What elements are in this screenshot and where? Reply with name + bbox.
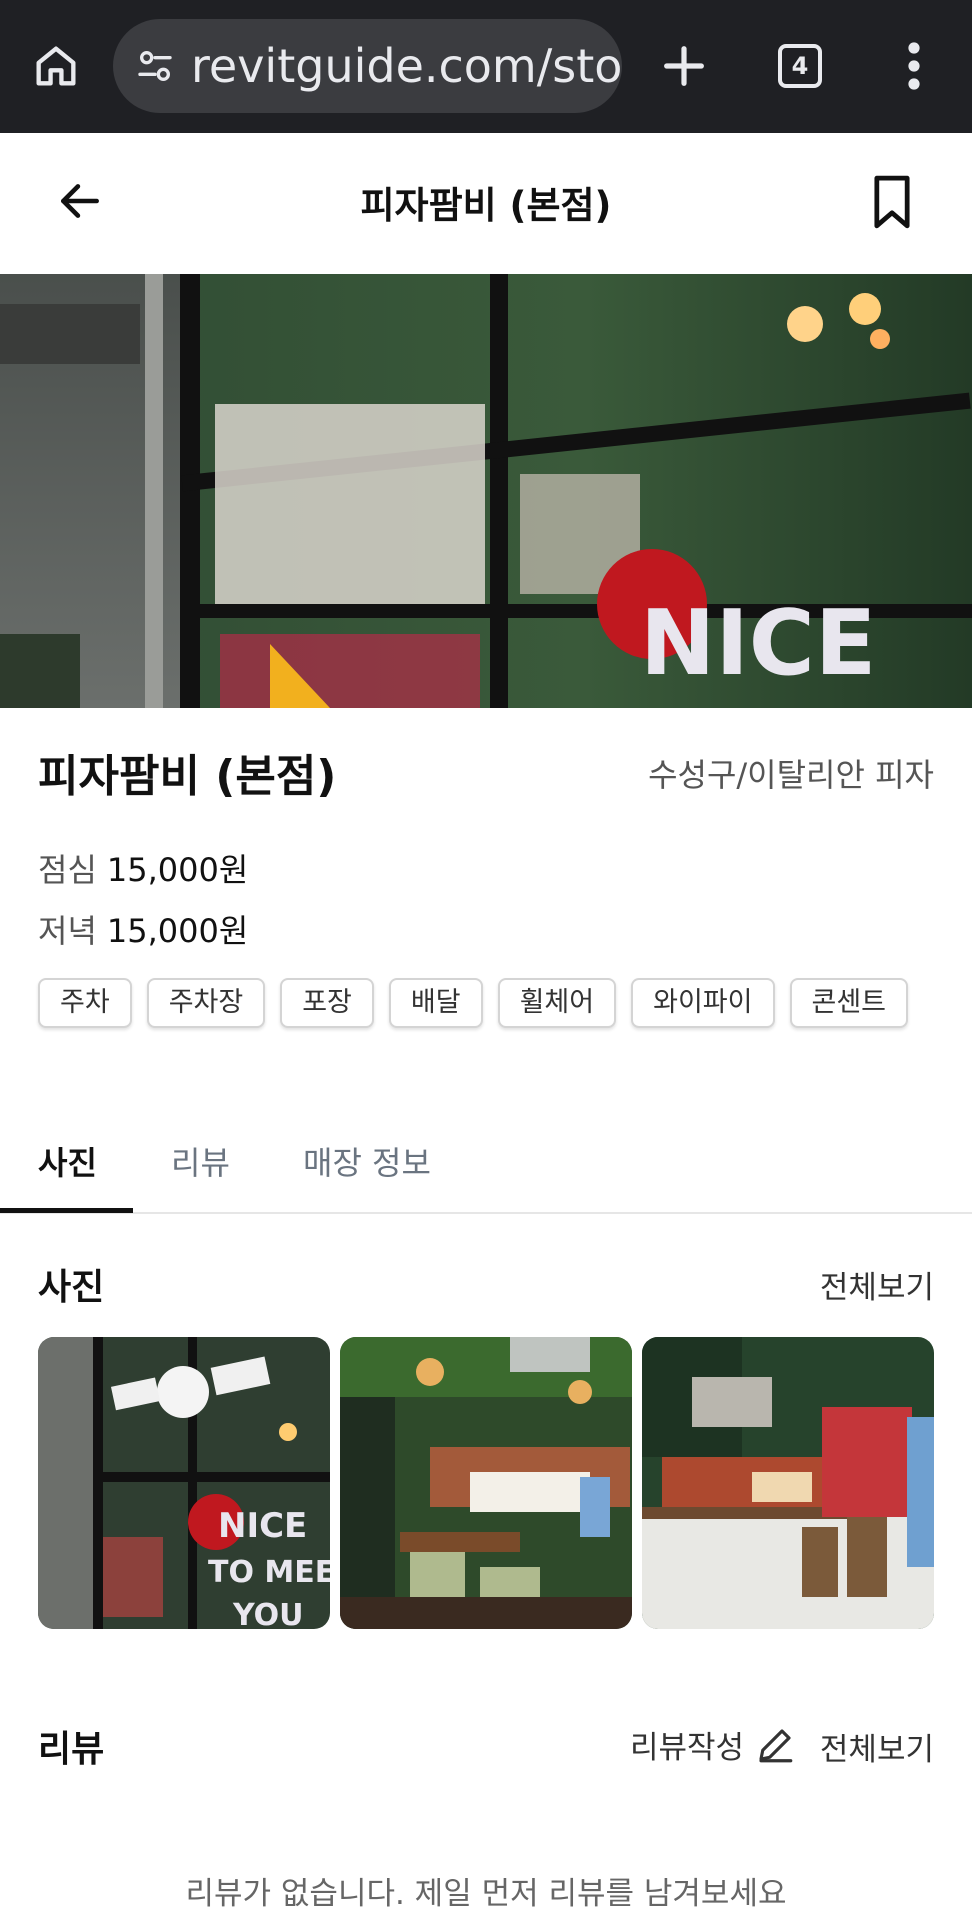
tag-parking: 주차: [38, 978, 132, 1028]
storefront-sign-photo: NICE TO MEET YOU: [38, 1337, 330, 1629]
tab-reviews[interactable]: 리뷰: [171, 1138, 230, 1184]
counter-photo: [642, 1337, 934, 1629]
photo-thumbnail[interactable]: [642, 1337, 934, 1629]
price-amount: 15,000원: [106, 912, 249, 950]
app-header: 피자팜비 (본점): [0, 133, 972, 274]
svg-text:NICE: NICE: [218, 1506, 307, 1546]
active-tab-indicator: [0, 1208, 133, 1213]
tab-photos[interactable]: 사진: [38, 1138, 97, 1184]
price-lunch: 점심 15,000원: [38, 845, 248, 891]
more-vert-icon[interactable]: [894, 38, 934, 94]
photos-see-all-link[interactable]: 전체보기: [820, 1262, 934, 1307]
page-title: 피자팜비 (본점): [360, 184, 612, 227]
pencil-icon: [759, 1728, 793, 1762]
svg-text:YOU: YOU: [232, 1598, 304, 1629]
store-hero-photo[interactable]: NICE: [0, 274, 972, 708]
write-review-label: 리뷰작성: [630, 1730, 745, 1766]
tab-store-info[interactable]: 매장 정보: [303, 1138, 431, 1184]
tab-switcher-icon[interactable]: 4: [778, 44, 822, 88]
svg-text:TO MEET: TO MEET: [208, 1555, 330, 1590]
svg-text:NICE: NICE: [640, 591, 876, 696]
empty-reviews-message: 리뷰가 없습니다. 제일 먼저 리뷰를 남겨보세요: [185, 1876, 787, 1912]
content-tabs: 사진 리뷰 매장 정보: [0, 1120, 972, 1214]
price-label: 저녁: [38, 912, 97, 950]
bookmark-icon[interactable]: [866, 173, 918, 231]
reviews-section-title: 리뷰: [38, 1729, 105, 1770]
home-icon[interactable]: [30, 40, 82, 92]
reviews-see-all-link[interactable]: 전체보기: [820, 1724, 934, 1769]
store-name: 피자팜비 (본점): [38, 751, 337, 802]
write-review-button[interactable]: 리뷰작성: [630, 1722, 796, 1767]
tag-wheelchair: 휠체어: [497, 978, 617, 1028]
price-dinner: 저녁 15,000원: [38, 906, 248, 952]
new-tab-icon[interactable]: [658, 40, 710, 92]
address-bar[interactable]: revitguide.com/stor: [113, 19, 622, 113]
amenity-tags: 주차 주차장 포장 배달 휠체어 와이파이 콘센트: [38, 978, 909, 1028]
photos-section-title: 사진: [38, 1267, 105, 1308]
interior-dining-photo: [340, 1337, 632, 1629]
tag-outlet: 콘센트: [789, 978, 909, 1028]
tag-delivery: 배달: [388, 978, 483, 1028]
price-amount: 15,000원: [106, 851, 249, 889]
photo-thumbnail[interactable]: NICE TO MEET YOU: [38, 1337, 330, 1629]
tag-takeout: 포장: [280, 978, 374, 1028]
site-settings-icon[interactable]: [135, 46, 175, 86]
storefront-photo: NICE: [0, 274, 972, 708]
browser-toolbar: revitguide.com/stor 4: [0, 0, 972, 133]
tag-wifi: 와이파이: [631, 978, 775, 1028]
store-category: 수성구/이탈리안 피자: [648, 756, 934, 794]
photo-thumbnail[interactable]: [340, 1337, 632, 1629]
tag-parking-lot: 주차장: [146, 978, 266, 1028]
price-label: 점심: [38, 851, 97, 889]
url-text[interactable]: revitguide.com/stor: [191, 37, 622, 95]
